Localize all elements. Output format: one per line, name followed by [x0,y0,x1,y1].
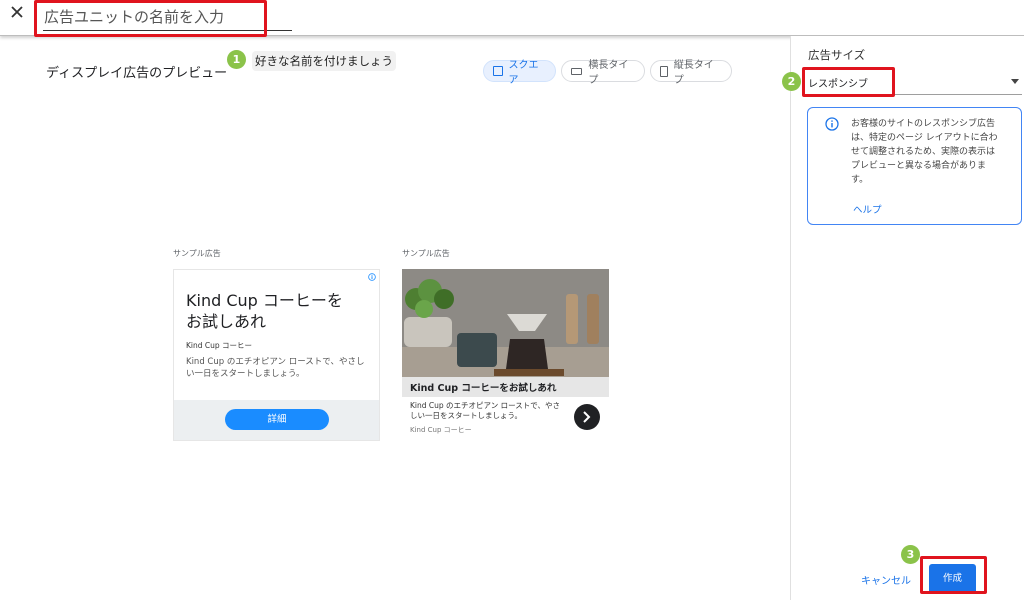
highlight-name-input [34,0,267,37]
sample-ad-square: Kind Cup コーヒーを お試しあれ Kind Cup コーヒー Kind … [173,269,380,441]
portrait-icon [660,65,668,77]
cancel-button[interactable]: キャンセル [861,572,911,587]
name-hint: 好きな名前を付けましょう [252,51,396,71]
ad1-brand: Kind Cup コーヒー [186,341,253,350]
sample-ad-image: Kind Cup コーヒーをお試しあれ Kind Cup のエチオピアン ロース… [402,269,609,441]
toggle-square[interactable]: スクエア [483,60,556,86]
adchoices-icon[interactable] [368,273,376,281]
preview-title: ディスプレイ広告のプレビュー [46,66,228,81]
ad2-brand: Kind Cup コーヒー [410,426,472,434]
close-icon[interactable] [9,4,25,20]
toggle-landscape[interactable]: 横長タイプ [561,60,645,86]
sample-label-1: サンプル広告 [173,249,221,258]
ad2-body: Kind Cup のエチオピアン ローストで、やさしい一日をスタートしましょう。 [410,401,560,420]
coffee-photo [402,269,609,377]
step-badge-1: 1 [227,50,246,69]
chevron-right-icon [583,411,591,423]
step-badge-2: 2 [782,72,801,91]
ad1-footer: 詳細 [174,400,379,440]
ad1-details-button[interactable]: 詳細 [225,409,329,430]
square-icon [493,66,503,76]
toggle-square-label: スクエア [508,60,539,86]
sample-label-2: サンプル広告 [402,249,450,258]
ad2-headline-bar: Kind Cup コーヒーをお試しあれ [402,377,609,397]
info-icon [825,117,839,131]
step-badge-3: 3 [901,545,920,564]
info-text: お客様のサイトのレスポンシブ広告は、特定のページ レイアウトに合わせて調整される… [851,119,998,185]
toggle-portrait[interactable]: 縦長タイプ [650,60,732,86]
ad1-body: Kind Cup のエチオピアン ローストで、やさしい一日をスタートしましょう。 [186,357,365,379]
highlight-create-button [920,556,987,594]
toggle-portrait-label: 縦長タイプ [673,60,714,86]
ad2-next-button[interactable] [574,404,600,430]
toggle-landscape-label: 横長タイプ [588,60,629,86]
responsive-info-box: お客様のサイトのレスポンシブ広告は、特定のページ レイアウトに合わせて調整される… [807,107,1022,225]
landscape-icon [571,67,583,75]
ad2-headline: Kind Cup コーヒーをお試しあれ [410,383,557,394]
dropdown-arrow-icon[interactable] [1011,79,1019,84]
highlight-size-select [802,67,895,97]
help-link[interactable]: ヘルプ [853,202,882,216]
ad-size-label: 広告サイズ [808,48,866,62]
ad1-headline: Kind Cup コーヒーを お試しあれ [186,291,343,331]
